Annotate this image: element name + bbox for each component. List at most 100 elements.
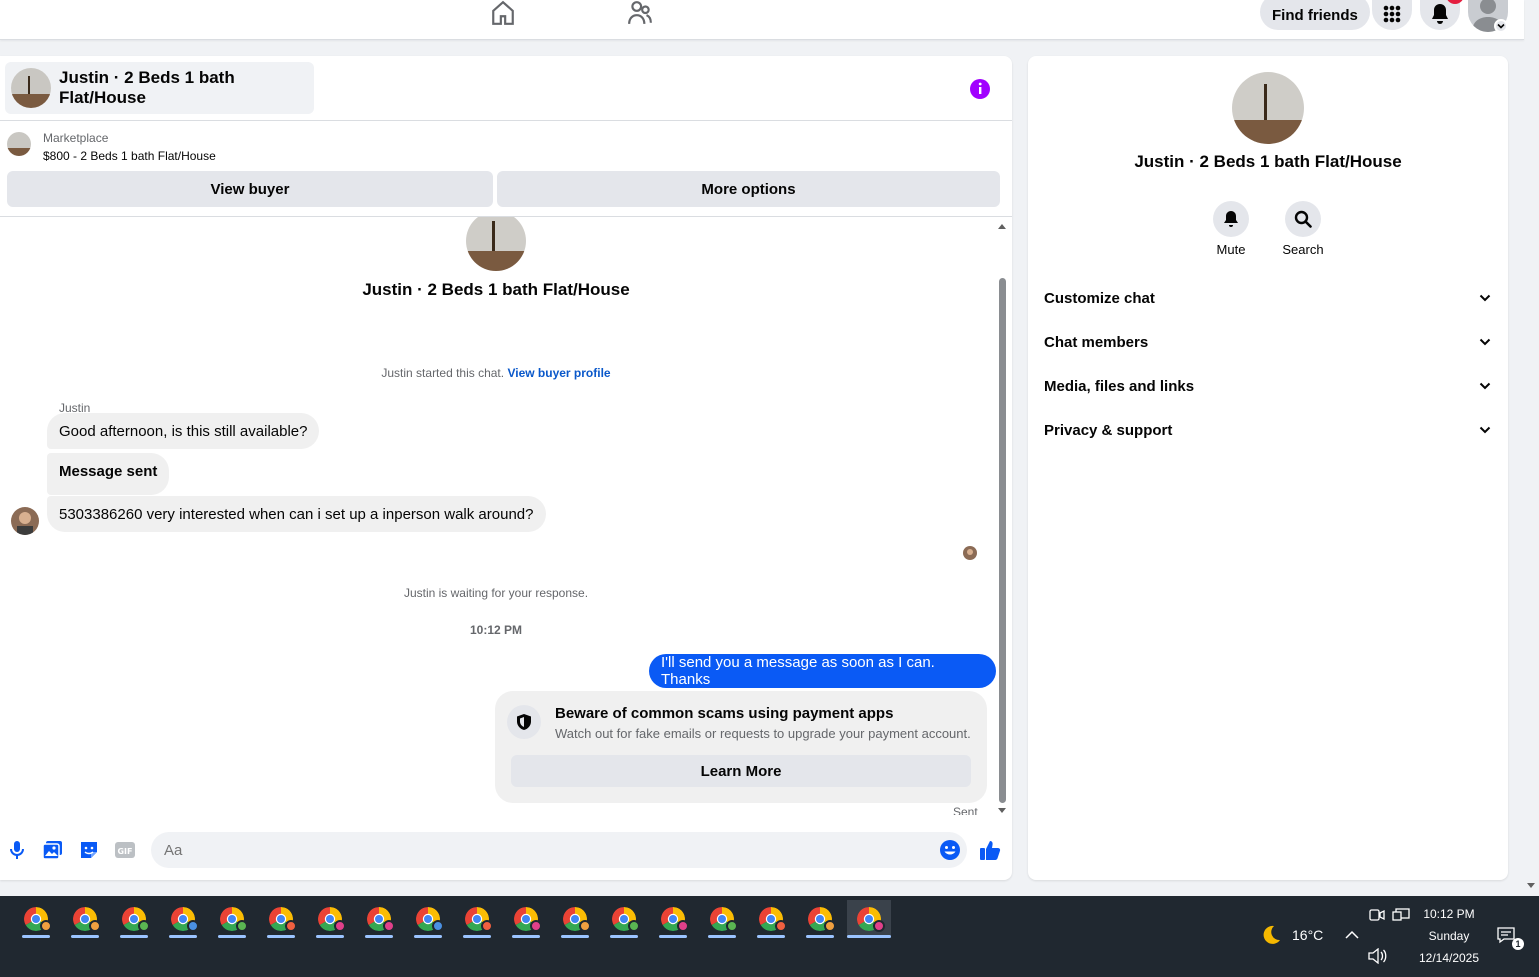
chrome-profile-badge — [579, 920, 591, 932]
search-label: Search — [1282, 242, 1324, 257]
taskbar-chrome-window[interactable] — [14, 900, 58, 938]
chrome-profile-badge — [628, 920, 640, 932]
taskbar-chrome-window[interactable] — [847, 900, 891, 938]
scam-warning-description: Watch out for fake emails or requests to… — [555, 726, 971, 741]
sticker-icon[interactable] — [78, 839, 100, 861]
section-chat-members[interactable]: Chat members — [1044, 322, 1492, 362]
taskbar-chrome-window[interactable] — [504, 900, 548, 938]
section-media-files-links[interactable]: Media, files and links — [1044, 366, 1492, 406]
message-bubble-incoming[interactable]: Good afternoon, is this still available? — [47, 413, 320, 449]
taskbar-running-indicator — [708, 935, 736, 938]
taskbar-chrome-window[interactable] — [700, 900, 744, 938]
chrome-profile-badge — [873, 920, 885, 932]
microphone-icon[interactable] — [6, 839, 28, 861]
info-icon[interactable] — [969, 78, 991, 100]
taskbar-chrome-window[interactable] — [308, 900, 352, 938]
taskbar-running-indicator — [847, 935, 891, 938]
taskbar-chrome-window[interactable] — [210, 900, 254, 938]
menu-button[interactable] — [1372, 0, 1412, 30]
account-caret[interactable] — [1494, 19, 1508, 33]
view-buyer-button[interactable]: View buyer — [7, 171, 493, 207]
volume-icon[interactable] — [1367, 948, 1387, 964]
waiting-notice: Justin is waiting for your response. — [403, 586, 589, 600]
chat-started-notice: Justin started this chat. View buyer pro… — [0, 366, 992, 380]
taskbar-chrome-window[interactable] — [455, 900, 499, 938]
message-bubble-incoming[interactable]: Message sent — [47, 453, 170, 495]
section-customize-chat[interactable]: Customize chat — [1044, 278, 1492, 318]
thread-title: Justin · 2 Beds 1 bath Flat/House — [362, 280, 630, 299]
more-options-button[interactable]: More options — [497, 171, 1000, 207]
emoji-icon[interactable] — [939, 839, 961, 861]
seen-indicator-avatar — [963, 546, 977, 560]
weather-widget[interactable]: 16°C — [1260, 924, 1323, 946]
chat-panel: Justin · 2 Beds 1 bath Flat/House Market… — [0, 56, 1012, 880]
message-input[interactable] — [151, 832, 967, 868]
chrome-profile-badge — [383, 920, 395, 932]
clock-date[interactable]: 12/14/2025 — [1409, 951, 1489, 965]
taskbar-chrome-window[interactable] — [112, 900, 156, 938]
message-bubble-incoming[interactable]: 5303386260 very interested when can i se… — [47, 496, 546, 532]
find-friends-button[interactable]: Find friends — [1260, 0, 1370, 30]
scroll-down-arrow[interactable] — [998, 808, 1006, 813]
search-button[interactable] — [1285, 201, 1321, 237]
thumbs-up-icon[interactable] — [979, 839, 1001, 861]
bell-icon — [1432, 4, 1448, 24]
chrome-profile-badge — [236, 920, 248, 932]
view-buyer-profile-link[interactable]: View buyer profile — [507, 366, 610, 380]
scam-warning-card: Beware of common scams using payment app… — [495, 691, 987, 803]
photo-icon[interactable] — [42, 839, 64, 861]
sender-avatar[interactable] — [11, 507, 39, 535]
taskbar-running-indicator — [414, 935, 442, 938]
chrome-profile-badge — [89, 920, 101, 932]
section-label: Privacy & support — [1044, 421, 1173, 439]
chrome-profile-badge — [432, 920, 444, 932]
message-timestamp: 10:12 PM — [469, 623, 523, 637]
taskbar-chrome-window[interactable] — [798, 900, 842, 938]
clock-day[interactable]: Sunday — [1409, 929, 1489, 943]
top-nav: Find friends — [0, 0, 1524, 40]
clock-time[interactable]: 10:12 PM — [1409, 907, 1489, 921]
taskbar-chrome-window[interactable] — [749, 900, 793, 938]
taskbar-chrome-window[interactable] — [357, 900, 401, 938]
svg-text:GIF: GIF — [117, 847, 132, 856]
taskbar-chrome-window[interactable] — [63, 900, 107, 938]
notification-count-badge: 1 — [1512, 938, 1524, 950]
listing-thumbnail — [11, 68, 51, 108]
network-icon[interactable] — [1392, 908, 1410, 922]
gif-icon[interactable]: GIF — [114, 839, 136, 861]
notifications-button[interactable] — [1420, 0, 1460, 30]
taskbar-chrome-window[interactable] — [406, 900, 450, 938]
taskbar-running-indicator — [365, 935, 393, 938]
listing-summary[interactable]: $800 - 2 Beds 1 bath Flat/House — [43, 149, 216, 163]
chrome-profile-badge — [40, 920, 52, 932]
bell-icon — [1224, 211, 1238, 227]
taskbar-running-indicator — [22, 935, 50, 938]
shield-icon — [507, 705, 541, 739]
meet-icon[interactable] — [1369, 908, 1385, 922]
taskbar-chrome-window[interactable] — [259, 900, 303, 938]
page-scroll-down-arrow[interactable] — [1527, 883, 1535, 888]
chat-header[interactable]: Justin · 2 Beds 1 bath Flat/House — [5, 62, 314, 114]
taskbar-running-indicator — [169, 935, 197, 938]
taskbar-chrome-window[interactable] — [161, 900, 205, 938]
message-bubble-outgoing[interactable]: I'll send you a message as soon as I can… — [649, 654, 996, 688]
mute-button[interactable] — [1213, 201, 1249, 237]
taskbar-chrome-window[interactable] — [602, 900, 646, 938]
section-privacy-support[interactable]: Privacy & support — [1044, 410, 1492, 450]
chat-info-panel: Justin · 2 Beds 1 bath Flat/House Mute S… — [1028, 56, 1508, 880]
friends-icon[interactable] — [627, 0, 653, 26]
learn-more-button[interactable]: Learn More — [511, 755, 971, 787]
scroll-up-arrow[interactable] — [998, 224, 1006, 229]
taskbar-chrome-window[interactable] — [651, 900, 695, 938]
scam-warning-title: Beware of common scams using payment app… — [555, 705, 894, 722]
home-icon[interactable] — [490, 0, 516, 26]
chevron-up-icon[interactable] — [1345, 930, 1359, 940]
taskbar-running-indicator — [659, 935, 687, 938]
section-label: Media, files and links — [1044, 377, 1195, 395]
taskbar-running-indicator — [71, 935, 99, 938]
info-thumbnail — [1232, 72, 1304, 144]
taskbar-running-indicator — [806, 935, 834, 938]
scrollbar-thumb[interactable] — [999, 278, 1006, 803]
info-title: Justin · 2 Beds 1 bath Flat/House — [1134, 152, 1402, 171]
taskbar-chrome-window[interactable] — [553, 900, 597, 938]
